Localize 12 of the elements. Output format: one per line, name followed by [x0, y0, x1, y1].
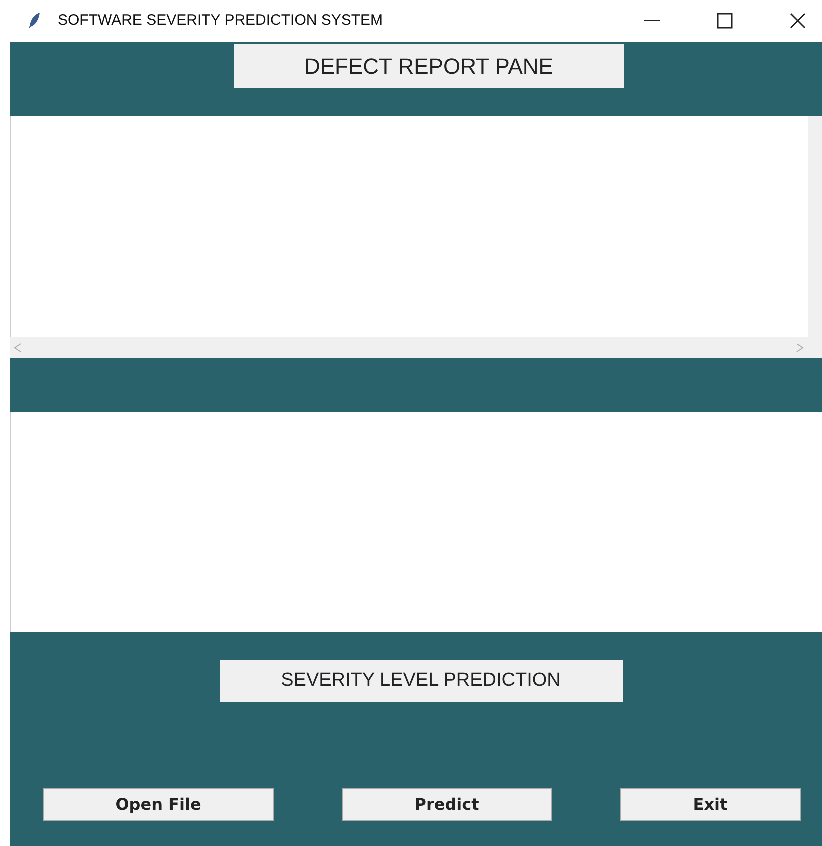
maximize-icon[interactable] [717, 13, 733, 29]
horizontal-scrollbar[interactable] [10, 337, 808, 358]
close-icon[interactable] [790, 13, 806, 29]
window-title: SOFTWARE SEVERITY PREDICTION SYSTEM [58, 10, 384, 31]
action-button[interactable]: Exit [620, 788, 801, 821]
action-button[interactable]: Open File [43, 788, 274, 821]
vertical-scrollbar[interactable] [808, 116, 822, 358]
pane-label: DEFECT REPORT PANE [234, 44, 624, 88]
minimize-icon[interactable] [644, 20, 660, 22]
feather-icon [28, 12, 42, 30]
action-button[interactable]: Predict [342, 788, 552, 821]
prediction-label: SEVERITY LEVEL PREDICTION [220, 660, 622, 702]
